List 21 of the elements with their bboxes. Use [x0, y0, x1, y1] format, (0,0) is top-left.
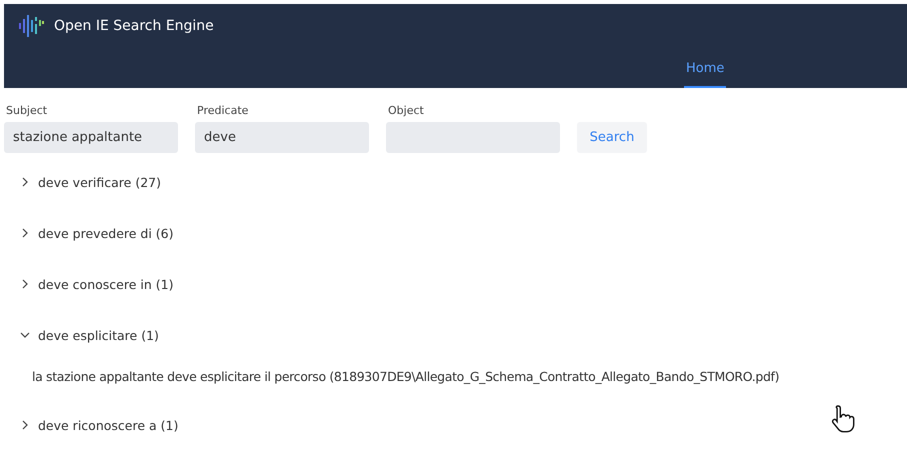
- chevron-right-icon[interactable]: [20, 420, 30, 430]
- field-label: Predicate: [196, 104, 250, 117]
- group-header[interactable]: deve prevedere di (6): [38, 226, 174, 240]
- field-label: Subject: [5, 104, 48, 117]
- chevron-right-icon[interactable]: [20, 279, 30, 289]
- app-title: Open IE Search Engine: [54, 18, 214, 34]
- hand-cursor-icon: [830, 404, 856, 434]
- input-field[interactable]: stazione appaltante: [4, 122, 178, 153]
- chevron-right-icon[interactable]: [20, 228, 30, 238]
- field-label: Object: [387, 104, 425, 117]
- nav-tab[interactable]: Home: [684, 61, 726, 88]
- chevron-right-icon[interactable]: [20, 177, 30, 187]
- input-field[interactable]: deve: [195, 122, 369, 153]
- result-text: la stazione appaltante deve esplicitare il percorso (8189307DE9\Allegato_G_Schema_Contratto_Allegato_Bando_STMORO.pdf): [32, 369, 780, 384]
- sound-wave-logo-icon: [18, 15, 44, 37]
- group-header[interactable]: deve conoscere in (1): [38, 276, 174, 292]
- group-header[interactable]: deve esplicitare (1): [38, 328, 159, 342]
- group-header[interactable]: deve verificare (27): [38, 174, 161, 190]
- chevron-down-icon[interactable]: [20, 330, 30, 340]
- group-header[interactable]: deve riconoscere a (1): [38, 418, 178, 432]
- search-button[interactable]: Search: [577, 122, 647, 153]
